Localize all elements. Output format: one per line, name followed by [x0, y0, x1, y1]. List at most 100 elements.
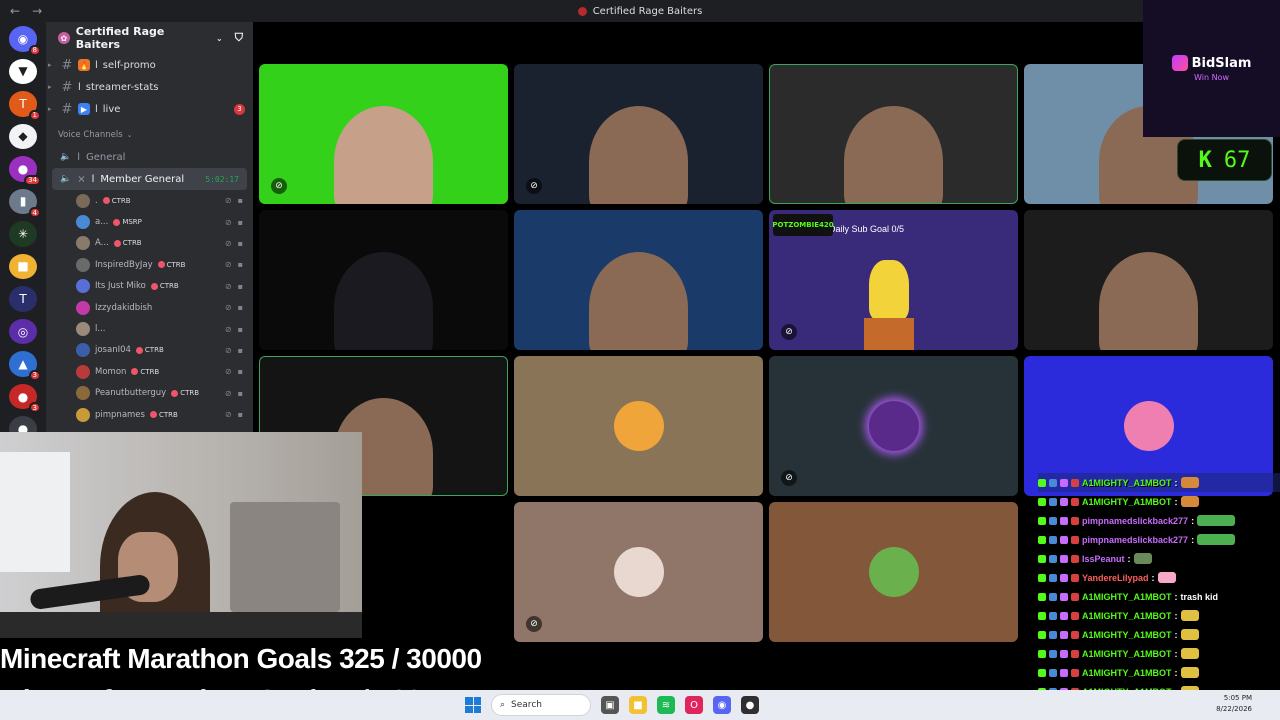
- system-clock[interactable]: 5:05 PM 8/22/2026: [1216, 693, 1252, 715]
- server-icon-server-green[interactable]: ✳: [9, 221, 37, 247]
- voice-member[interactable]: Its Just Miko CTRB ⊘ ▪: [46, 276, 253, 297]
- forward-arrow-icon[interactable]: →: [32, 4, 42, 18]
- chat-colon: :: [1174, 610, 1178, 621]
- back-arrow-icon[interactable]: ←: [10, 4, 20, 18]
- tag-icon: [113, 239, 121, 247]
- voice-member[interactable]: pimpnames CTRB ⊘ ▪: [46, 404, 253, 425]
- voice-member[interactable]: josanI04 CTRB ⊘ ▪: [46, 340, 253, 361]
- channel-item-live[interactable]: ▸ # ▶ l live 3: [46, 98, 253, 120]
- chat-emote-icon: [1133, 553, 1152, 564]
- video-tile-participant-gremlin[interactable]: [769, 502, 1018, 642]
- chat-badge-icon: [1038, 535, 1046, 544]
- tag-icon: [113, 218, 121, 226]
- chat-badge-icon: [1071, 630, 1079, 639]
- server-blue-icon: ▲: [18, 357, 28, 372]
- video-tile-participant-green-screen[interactable]: ⊘: [259, 64, 508, 204]
- voice-member[interactable]: Izzydakidbish ⊘ ▪: [46, 297, 253, 318]
- member-status-icons: ⊘ ▪: [225, 367, 243, 376]
- chat-badge-icon: [1049, 554, 1057, 563]
- voice-member[interactable]: InspiredByJay CTRB ⊘ ▪: [46, 254, 253, 275]
- participant-figure: [1098, 252, 1199, 350]
- server-icon-server-violet[interactable]: ◎: [9, 318, 37, 345]
- server-name: Certified Rage Baiters: [75, 25, 165, 51]
- taskbar-search[interactable]: ⌕ Search: [491, 694, 591, 716]
- task-view-icon[interactable]: ▣: [601, 696, 619, 714]
- muted-mic-icon: ⊘: [224, 324, 232, 334]
- voice-channel-member-general[interactable]: 🔈 × l Member General 5:02:17: [52, 168, 247, 190]
- video-tile-participant-face-avatar[interactable]: ⊘: [514, 502, 763, 642]
- opera-gx-icon[interactable]: O: [685, 696, 703, 714]
- hash-icon: #: [61, 79, 73, 95]
- video-tile-participant-doorway[interactable]: [769, 64, 1018, 204]
- chat-emote-icon: [1197, 515, 1236, 526]
- server-icon-server-white[interactable]: ◆: [9, 123, 37, 150]
- chat-badge-icon: [1060, 630, 1068, 639]
- channel-sidebar: ✿ Certified Rage Baiters ⌄ ⛉ ▸ # 🔥 l self-pr…: [46, 22, 253, 442]
- channel-item-self-promo[interactable]: ▸ # 🔥 l self-promo: [46, 54, 253, 76]
- chat-badge-icon: [1049, 649, 1057, 658]
- chat-badge-icon: [1049, 516, 1057, 525]
- voice-member[interactable]: l... ⊘ ▪: [46, 318, 253, 339]
- server-unread-badge: 8: [28, 44, 41, 56]
- voice-channel-name: General: [86, 151, 126, 163]
- chat-badge-icon: [1060, 573, 1068, 582]
- member-tag: CTRB: [131, 368, 159, 376]
- avatar: [76, 236, 90, 251]
- discord-icon[interactable]: ◉: [713, 696, 731, 714]
- chat-text: trash kid: [1180, 591, 1219, 602]
- member-name: Peanutbutterguy: [95, 388, 167, 399]
- voice-member[interactable]: a... MSRP ⊘ ▪: [46, 211, 253, 232]
- participant-avatar: [868, 547, 919, 597]
- video-tile-participant-dark-room[interactable]: [259, 210, 508, 350]
- camera-icon: ▪: [237, 281, 243, 291]
- voice-category[interactable]: Voice Channels ⌄: [46, 124, 253, 146]
- webcam-window: [0, 452, 70, 572]
- participant-avatar: [613, 401, 664, 451]
- windows-start-icon[interactable]: [465, 697, 481, 713]
- server-rail: ◉8▼T1◆●34▮4✳■T◎▲3●3●1: [0, 22, 46, 446]
- video-tile-participant-stream-screen[interactable]: Daily Sub Goal 0/5 POTZOMBIE420 ⊘: [769, 210, 1018, 350]
- chat-badge-icon: [1071, 554, 1079, 563]
- channel-separator: l: [95, 103, 98, 115]
- chat-colon: :: [1174, 648, 1178, 659]
- chat-emote-icon: [1180, 477, 1199, 488]
- server-icon-server-v[interactable]: ▼: [9, 58, 37, 85]
- video-tile-participant-laughing[interactable]: [1024, 210, 1273, 350]
- voice-member[interactable]: Peanutbutterguy CTRB ⊘ ▪: [46, 383, 253, 404]
- server-icon-server-blue[interactable]: ▲ 3: [9, 351, 41, 381]
- server-emblem-icon: ✿: [58, 32, 70, 44]
- server-icon-server-tower[interactable]: ▮ 4: [9, 188, 41, 219]
- video-tile-participant-blue-room[interactable]: [514, 210, 763, 350]
- chat-badge-icon: [1049, 573, 1057, 582]
- video-tile-participant-moose[interactable]: [514, 356, 763, 496]
- channel-name: streamer-stats: [85, 81, 159, 93]
- chat-emote-icon: [1180, 667, 1199, 678]
- server-icon-server-t[interactable]: T1: [9, 91, 41, 121]
- server-icon-server-red[interactable]: ● 3: [9, 383, 41, 414]
- avatar: [76, 300, 90, 315]
- channel-item-streamer-stats[interactable]: ▸ # l streamer-stats: [46, 76, 253, 98]
- spotify-icon[interactable]: ≋: [657, 696, 675, 714]
- participant-avatar: [868, 401, 919, 451]
- voice-member[interactable]: Momon CTRB ⊘ ▪: [46, 361, 253, 382]
- obs-icon[interactable]: ●: [741, 696, 759, 714]
- voice-channel-general[interactable]: 🔈 l General: [46, 146, 253, 168]
- file-explorer-icon[interactable]: ■: [629, 696, 647, 714]
- close-icon[interactable]: ×: [77, 174, 85, 185]
- server-icon-server-folder[interactable]: ■: [9, 253, 37, 280]
- server-icon-discord-home[interactable]: ◉ 8: [9, 26, 41, 56]
- chevron-down-icon: ⌄: [126, 131, 133, 139]
- voice-member[interactable]: A... CTRB ⊘ ▪: [46, 233, 253, 254]
- camera-icon: ▪: [237, 345, 243, 355]
- chevron-down-icon[interactable]: ⌄: [216, 34, 223, 43]
- camera-icon: ▪: [237, 260, 243, 270]
- video-tile-participant-dark-avatar[interactable]: ⊘: [769, 356, 1018, 496]
- voice-category-label: Voice Channels: [58, 130, 123, 140]
- video-tile-participant-headset[interactable]: ⊘: [514, 64, 763, 204]
- server-icon-server-purple[interactable]: ● 34: [9, 156, 41, 186]
- voice-member[interactable]: . CTRB ⊘ ▪: [46, 190, 253, 211]
- server-icon-server-trig[interactable]: T: [9, 286, 37, 312]
- add-member-icon[interactable]: ⛉: [235, 31, 243, 45]
- chat-colon: :: [1174, 496, 1178, 507]
- server-header[interactable]: ✿ Certified Rage Baiters ⌄ ⛉: [46, 22, 253, 54]
